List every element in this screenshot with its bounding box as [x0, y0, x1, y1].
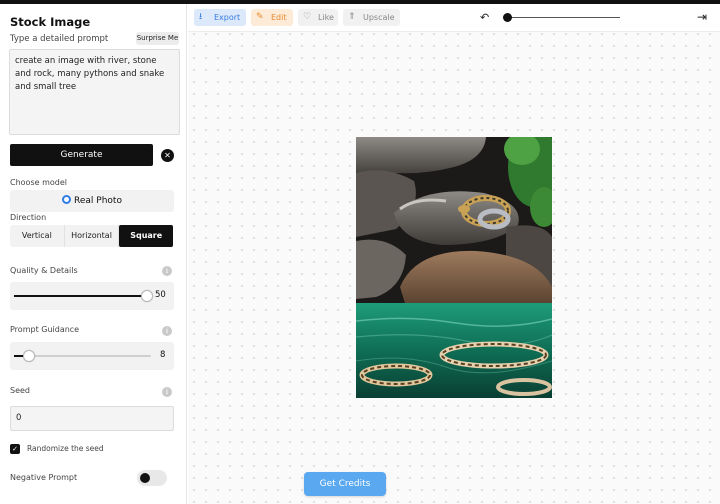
- undo-icon[interactable]: ↶: [480, 11, 489, 24]
- quality-slider: 50: [10, 282, 174, 310]
- close-icon: ✕: [164, 151, 171, 160]
- seed-input[interactable]: 0: [10, 406, 174, 431]
- randomize-seed-label: Randomize the seed: [27, 444, 104, 453]
- model-selector[interactable]: Real Photo: [10, 190, 174, 212]
- guidance-slider: 8: [10, 342, 174, 370]
- like-button[interactable]: ♡ Like: [298, 9, 338, 26]
- pencil-icon: ✎: [256, 12, 264, 22]
- direction-horizontal[interactable]: Horizontal: [65, 225, 120, 247]
- edit-button[interactable]: ✎ Edit: [251, 9, 293, 26]
- radio-icon: [62, 195, 72, 204]
- info-icon[interactable]: i: [162, 326, 172, 336]
- info-icon[interactable]: i: [162, 387, 172, 397]
- prompt-textarea[interactable]: create an image with river, stone and ro…: [9, 49, 180, 135]
- direction-selector: Vertical Horizontal Square: [10, 225, 174, 247]
- direction-vertical[interactable]: Vertical: [10, 225, 65, 247]
- collapse-panel-icon[interactable]: ⇥: [697, 10, 707, 24]
- randomize-seed-checkbox[interactable]: ✓: [10, 444, 20, 454]
- quality-track-fill: [14, 295, 147, 297]
- image-toolbar: ⭳ Export ✎ Edit ♡ Like ⇑ Upscale ↶ ⇥: [188, 4, 720, 32]
- checkmark-icon: ✓: [12, 445, 18, 453]
- quality-value: 50: [155, 290, 166, 300]
- toggle-knob: [140, 473, 150, 483]
- quality-label: Quality & Details: [10, 266, 78, 275]
- zoom-slider-thumb[interactable]: [503, 13, 512, 22]
- upscale-button[interactable]: ⇑ Upscale: [343, 9, 400, 26]
- download-icon: ⭳: [199, 12, 203, 22]
- generated-image-illustration: [356, 137, 552, 398]
- heart-icon: ♡: [303, 12, 312, 22]
- quality-slider-thumb[interactable]: [141, 290, 153, 302]
- guidance-slider-thumb[interactable]: [23, 350, 35, 362]
- negative-prompt-label: Negative Prompt: [10, 473, 78, 482]
- zoom-slider-track[interactable]: [504, 17, 620, 18]
- direction-label: Direction: [10, 213, 47, 222]
- image-canvas: ⭳ Export ✎ Edit ♡ Like ⇑ Upscale ↶ ⇥ Get…: [188, 4, 720, 504]
- negative-prompt-toggle[interactable]: [137, 470, 167, 486]
- info-icon[interactable]: i: [162, 266, 172, 276]
- guidance-value: 8: [160, 350, 166, 360]
- export-button[interactable]: ⭳ Export: [194, 9, 246, 26]
- model-value: Real Photo: [74, 196, 122, 206]
- clear-prompt-button[interactable]: ✕: [161, 149, 174, 162]
- direction-square[interactable]: Square: [119, 225, 174, 247]
- seed-label: Seed: [10, 386, 30, 395]
- upscale-label: Upscale: [363, 13, 395, 22]
- generate-button[interactable]: Generate: [10, 144, 153, 166]
- page-title: Stock Image: [10, 15, 91, 29]
- get-credits-button[interactable]: Get Credits: [304, 472, 386, 496]
- prompt-label: Type a detailed prompt: [10, 34, 109, 44]
- upscale-icon: ⇑: [348, 12, 356, 22]
- model-label: Choose model: [10, 178, 67, 187]
- quality-track[interactable]: [14, 295, 150, 297]
- edit-label: Edit: [271, 13, 287, 22]
- export-label: Export: [214, 13, 241, 22]
- guidance-label: Prompt Guidance: [10, 325, 80, 334]
- generated-image[interactable]: [356, 137, 552, 398]
- settings-sidebar: Stock Image Type a detailed prompt Surpr…: [0, 4, 187, 504]
- like-label: Like: [318, 13, 334, 22]
- surprise-me-button[interactable]: Surprise Me: [136, 32, 179, 45]
